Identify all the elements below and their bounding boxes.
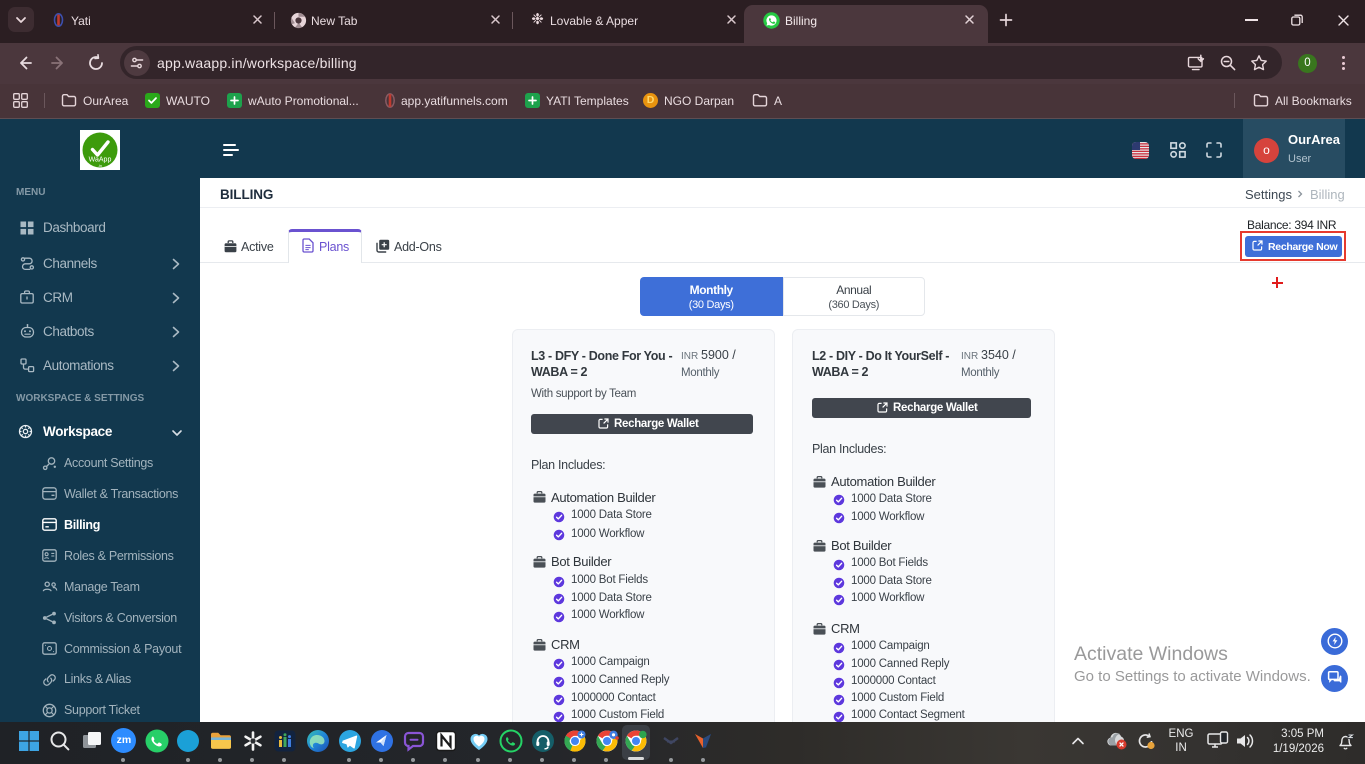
svg-text:.in: .in [98,163,102,168]
